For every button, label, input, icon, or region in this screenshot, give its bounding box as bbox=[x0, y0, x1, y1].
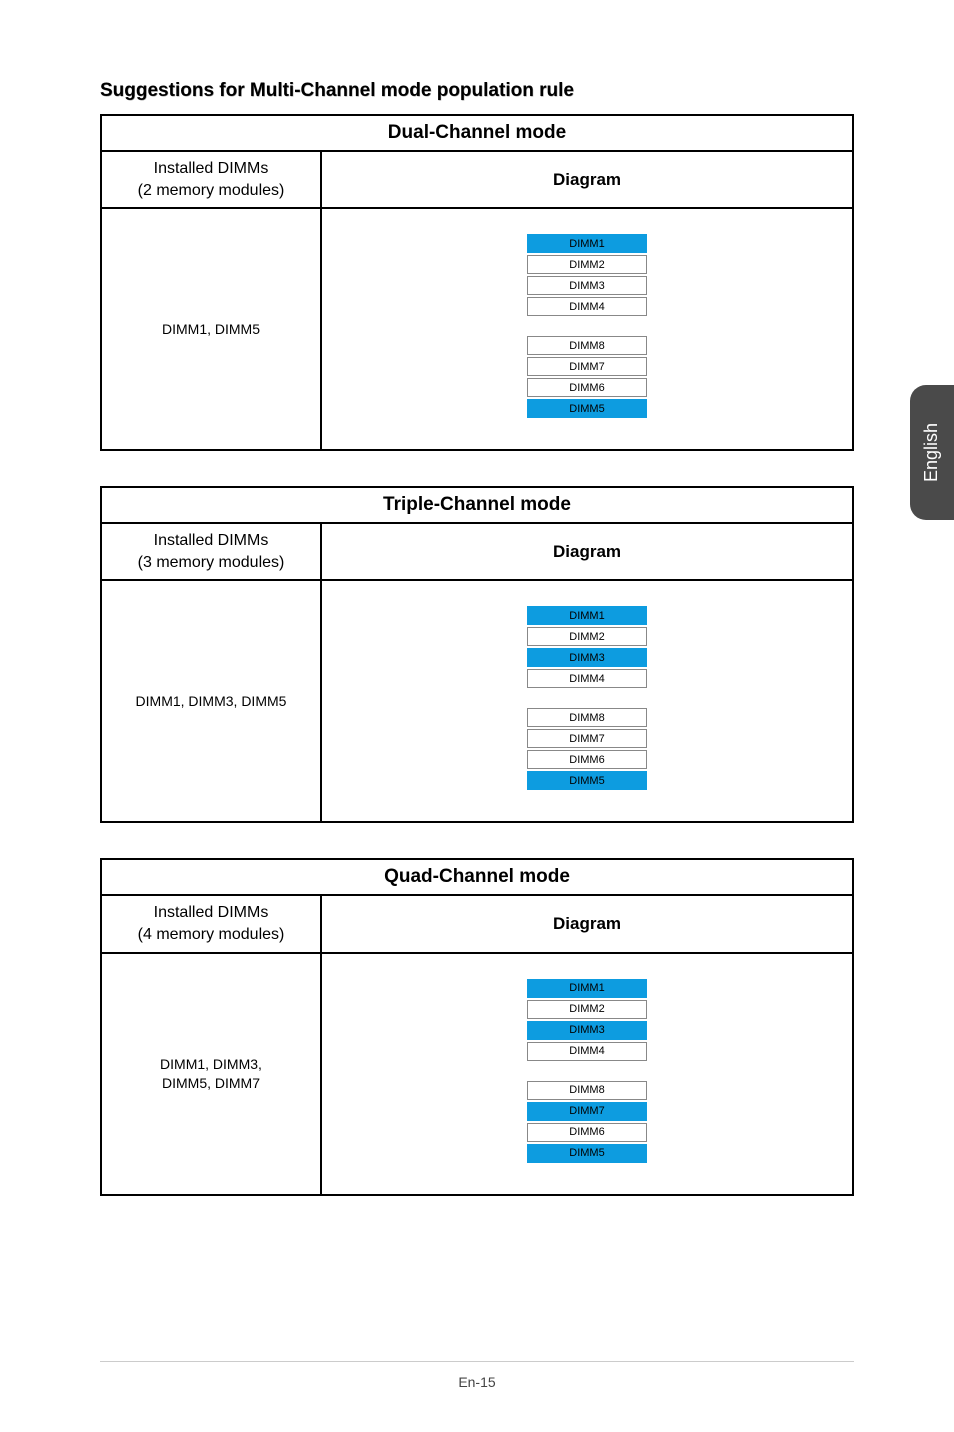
dimm-slot-group: DIMM1 DIMM2 DIMM3 DIMM4 DIMM8 DIMM7 DIMM… bbox=[527, 605, 647, 791]
section-title: Suggestions for Multi-Channel mode popul… bbox=[100, 80, 854, 102]
table-header-row: Installed DIMMs (4 memory modules) Diagr… bbox=[102, 896, 852, 953]
dimm-slot-group: DIMM1 DIMM2 DIMM3 DIMM4 DIMM8 DIMM7 DIMM… bbox=[527, 233, 647, 419]
header-left-line2: (2 memory modules) bbox=[106, 180, 316, 202]
dimm-slot: DIMM3 bbox=[527, 1021, 647, 1040]
dimm-slot: DIMM7 bbox=[527, 729, 647, 748]
quad-channel-table: Quad-Channel mode Installed DIMMs (4 mem… bbox=[100, 858, 854, 1195]
dimm-slot: DIMM2 bbox=[527, 1000, 647, 1019]
dimm-slot: DIMM8 bbox=[527, 336, 647, 355]
installed-line2: DIMM5, DIMM7 bbox=[162, 1074, 260, 1092]
table-content-row: DIMM1, DIMM5 DIMM1 DIMM2 DIMM3 DIMM4 DIM… bbox=[102, 209, 852, 449]
dimm-slot: DIMM4 bbox=[527, 669, 647, 688]
dimm-slot: DIMM8 bbox=[527, 1081, 647, 1100]
table-header-row: Installed DIMMs (3 memory modules) Diagr… bbox=[102, 524, 852, 581]
header-left-line1: Installed DIMMs bbox=[106, 902, 316, 924]
triple-channel-table: Triple-Channel mode Installed DIMMs (3 m… bbox=[100, 486, 854, 823]
header-installed-dimms: Installed DIMMs (4 memory modules) bbox=[102, 896, 322, 951]
header-left-line2: (3 memory modules) bbox=[106, 552, 316, 574]
diagram-cell: DIMM1 DIMM2 DIMM3 DIMM4 DIMM8 DIMM7 DIMM… bbox=[322, 954, 852, 1194]
language-tab: English bbox=[910, 385, 954, 520]
installed-value: DIMM1, DIMM5 bbox=[102, 209, 322, 449]
diagram-cell: DIMM1 DIMM2 DIMM3 DIMM4 DIMM8 DIMM7 DIMM… bbox=[322, 209, 852, 449]
dual-channel-table: Dual-Channel mode Installed DIMMs (2 mem… bbox=[100, 114, 854, 451]
dimm-slot: DIMM4 bbox=[527, 1042, 647, 1061]
page-number: En-15 bbox=[0, 1374, 954, 1390]
dimm-slot: DIMM1 bbox=[527, 234, 647, 253]
dimm-slot: DIMM5 bbox=[527, 399, 647, 418]
header-installed-dimms: Installed DIMMs (3 memory modules) bbox=[102, 524, 322, 579]
dimm-slot: DIMM6 bbox=[527, 750, 647, 769]
installed-value: DIMM1, DIMM3, DIMM5, DIMM7 bbox=[102, 954, 322, 1194]
table-content-row: DIMM1, DIMM3, DIMM5 DIMM1 DIMM2 DIMM3 DI… bbox=[102, 581, 852, 821]
header-left-line2: (4 memory modules) bbox=[106, 924, 316, 946]
mode-title: Quad-Channel mode bbox=[102, 860, 852, 896]
dimm-slot: DIMM7 bbox=[527, 1102, 647, 1121]
mode-title: Dual-Channel mode bbox=[102, 116, 852, 152]
diagram-cell: DIMM1 DIMM2 DIMM3 DIMM4 DIMM8 DIMM7 DIMM… bbox=[322, 581, 852, 821]
dimm-slot: DIMM7 bbox=[527, 357, 647, 376]
header-diagram: Diagram bbox=[322, 896, 852, 951]
dimm-slot: DIMM1 bbox=[527, 606, 647, 625]
mode-title: Triple-Channel mode bbox=[102, 488, 852, 524]
dimm-slot: DIMM8 bbox=[527, 708, 647, 727]
dimm-slot: DIMM3 bbox=[527, 276, 647, 295]
installed-value: DIMM1, DIMM3, DIMM5 bbox=[102, 581, 322, 821]
table-content-row: DIMM1, DIMM3, DIMM5, DIMM7 DIMM1 DIMM2 D… bbox=[102, 954, 852, 1194]
header-left-line1: Installed DIMMs bbox=[106, 158, 316, 180]
header-diagram: Diagram bbox=[322, 524, 852, 579]
dimm-slot: DIMM6 bbox=[527, 378, 647, 397]
dimm-slot: DIMM4 bbox=[527, 297, 647, 316]
installed-line1: DIMM1, DIMM3, bbox=[160, 1055, 262, 1073]
dimm-slot: DIMM2 bbox=[527, 627, 647, 646]
dimm-slot: DIMM1 bbox=[527, 979, 647, 998]
header-left-line1: Installed DIMMs bbox=[106, 530, 316, 552]
dimm-slot-group: DIMM1 DIMM2 DIMM3 DIMM4 DIMM8 DIMM7 DIMM… bbox=[527, 978, 647, 1164]
language-tab-label: English bbox=[922, 423, 943, 482]
header-diagram: Diagram bbox=[322, 152, 852, 207]
dimm-slot: DIMM2 bbox=[527, 255, 647, 274]
table-header-row: Installed DIMMs (2 memory modules) Diagr… bbox=[102, 152, 852, 209]
header-installed-dimms: Installed DIMMs (2 memory modules) bbox=[102, 152, 322, 207]
footer-divider bbox=[100, 1361, 854, 1362]
dimm-slot: DIMM3 bbox=[527, 648, 647, 667]
dimm-slot: DIMM5 bbox=[527, 1144, 647, 1163]
dimm-slot: DIMM6 bbox=[527, 1123, 647, 1142]
dimm-slot: DIMM5 bbox=[527, 771, 647, 790]
